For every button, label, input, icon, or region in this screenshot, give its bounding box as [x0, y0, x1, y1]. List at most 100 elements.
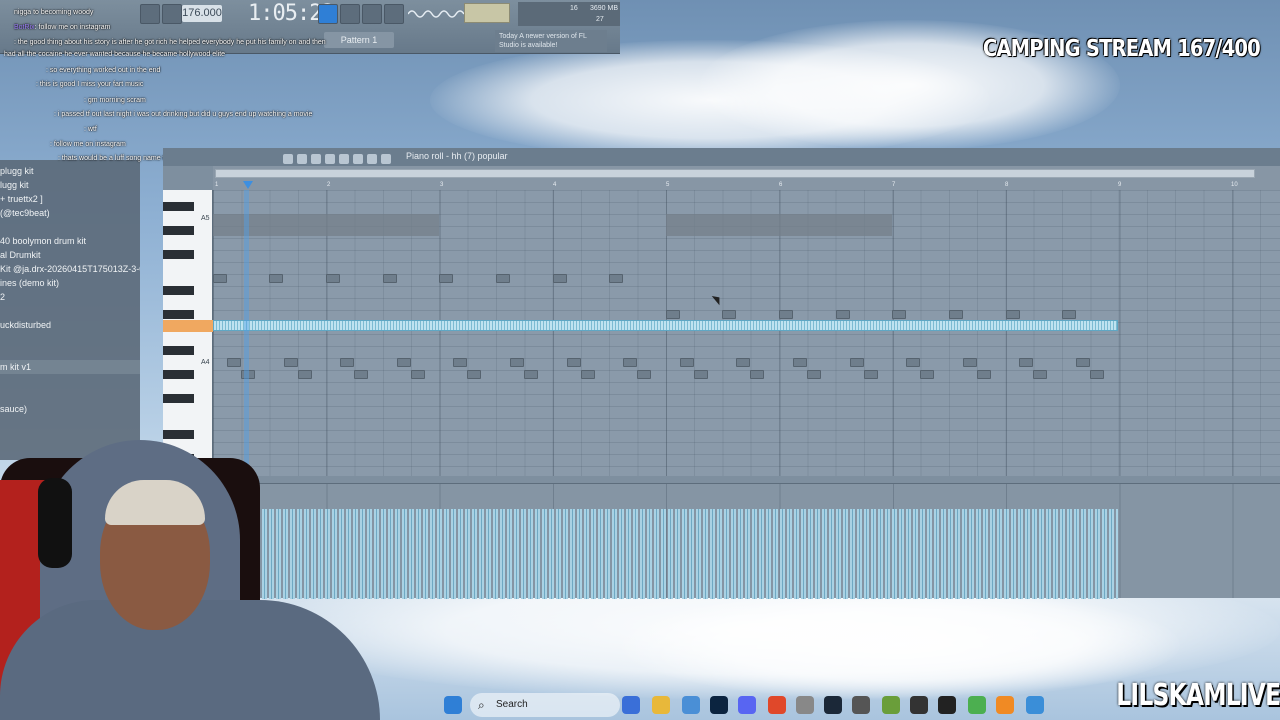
note[interactable]: [581, 370, 595, 379]
note[interactable]: [920, 370, 934, 379]
browser-item[interactable]: plugg kit: [0, 164, 140, 178]
app-icon[interactable]: [852, 696, 870, 714]
playhead[interactable]: [244, 190, 249, 476]
playback-tool-icon[interactable]: [381, 154, 391, 164]
steam-icon[interactable]: [824, 696, 842, 714]
app-icon[interactable]: [968, 696, 986, 714]
note[interactable]: [694, 370, 708, 379]
browser-item[interactable]: uckdisturbed: [0, 318, 140, 332]
note[interactable]: [340, 358, 354, 367]
note[interactable]: [397, 358, 411, 367]
brave-icon[interactable]: [768, 696, 786, 714]
black-key[interactable]: [163, 394, 194, 403]
store-icon[interactable]: [682, 696, 700, 714]
black-key[interactable]: [163, 202, 194, 211]
browser-item[interactable]: al Drumkit: [0, 248, 140, 262]
note[interactable]: [453, 358, 467, 367]
browser-item[interactable]: 40 boolymon drum kit: [0, 234, 140, 248]
app-icon[interactable]: [1026, 696, 1044, 714]
blend-notes-button[interactable]: [384, 4, 404, 24]
mute-tool-icon[interactable]: [325, 154, 335, 164]
typing-keyboard-button[interactable]: [318, 4, 338, 24]
app-icon[interactable]: [882, 696, 900, 714]
horizontal-scrollbar[interactable]: [215, 169, 1255, 178]
note[interactable]: [227, 358, 241, 367]
paint-tool-icon[interactable]: [297, 154, 307, 164]
4k-downloader-icon[interactable]: [910, 696, 928, 714]
draw-tool-icon[interactable]: [283, 154, 293, 164]
playhead-marker[interactable]: [243, 181, 253, 189]
zoom-tool-icon[interactable]: [367, 154, 377, 164]
note[interactable]: [1090, 370, 1104, 379]
black-key[interactable]: [163, 286, 194, 295]
windows-start-icon[interactable]: [444, 696, 462, 714]
note[interactable]: [1033, 370, 1047, 379]
taskbar-search[interactable]: ⌕ Search: [470, 693, 620, 717]
tempo-display[interactable]: 176.000: [182, 5, 222, 22]
black-key[interactable]: [163, 226, 194, 235]
browser-item[interactable]: + truettx2 ]: [0, 192, 140, 206]
discord-icon[interactable]: [738, 696, 756, 714]
note[interactable]: [949, 310, 963, 319]
note[interactable]: [567, 358, 581, 367]
browser-item[interactable]: Kit @ja.drx-20260415T175013Z-3-001: [0, 262, 140, 276]
note[interactable]: [722, 310, 736, 319]
highlighted-key[interactable]: [163, 320, 213, 332]
black-key[interactable]: [163, 430, 194, 439]
note[interactable]: [284, 358, 298, 367]
note[interactable]: [850, 358, 864, 367]
ghost-note[interactable]: [666, 214, 892, 236]
note[interactable]: [736, 358, 750, 367]
record-button[interactable]: [162, 4, 182, 24]
browser-item[interactable]: sauce): [0, 402, 140, 416]
piano-keyboard[interactable]: A5 A4: [163, 190, 213, 476]
note[interactable]: [1076, 358, 1090, 367]
note[interactable]: [383, 274, 397, 283]
browser-item[interactable]: 2: [0, 290, 140, 304]
metronome-button[interactable]: [140, 4, 160, 24]
note[interactable]: [354, 370, 368, 379]
delete-tool-icon[interactable]: [311, 154, 321, 164]
note[interactable]: [298, 370, 312, 379]
browser-item[interactable]: lugg kit: [0, 178, 140, 192]
note[interactable]: [411, 370, 425, 379]
note[interactable]: [439, 274, 453, 283]
note-grid[interactable]: [213, 190, 1280, 476]
pattern-selector[interactable]: Pattern 1: [324, 32, 394, 48]
note[interactable]: [977, 370, 991, 379]
note[interactable]: [963, 358, 977, 367]
note[interactable]: [637, 370, 651, 379]
note[interactable]: [750, 370, 764, 379]
note[interactable]: [680, 358, 694, 367]
note[interactable]: [609, 274, 623, 283]
note[interactable]: [906, 358, 920, 367]
note[interactable]: [553, 274, 567, 283]
note[interactable]: [213, 274, 227, 283]
note[interactable]: [836, 310, 850, 319]
browser-item[interactable]: m kit v1: [0, 360, 140, 374]
black-key[interactable]: [163, 310, 194, 319]
photoshop-icon[interactable]: [710, 696, 728, 714]
select-tool-icon[interactable]: [353, 154, 363, 164]
note[interactable]: [807, 370, 821, 379]
note[interactable]: [1006, 310, 1020, 319]
step-edit-button[interactable]: [340, 4, 360, 24]
file-explorer-icon[interactable]: [652, 696, 670, 714]
slice-tool-icon[interactable]: [339, 154, 349, 164]
browser-item[interactable]: ines (demo kit): [0, 276, 140, 290]
black-key[interactable]: [163, 346, 194, 355]
note[interactable]: [326, 274, 340, 283]
note[interactable]: [467, 370, 481, 379]
note[interactable]: [1019, 358, 1033, 367]
piano-roll-titlebar[interactable]: Piano roll - hh (7) popular: [163, 148, 1280, 166]
loop-record-button[interactable]: [362, 4, 382, 24]
note[interactable]: [892, 310, 906, 319]
note[interactable]: [269, 274, 283, 283]
note[interactable]: [524, 370, 538, 379]
fl-studio-icon[interactable]: [996, 696, 1014, 714]
note[interactable]: [864, 370, 878, 379]
capcut-icon[interactable]: [938, 696, 956, 714]
note[interactable]: [793, 358, 807, 367]
note[interactable]: [1062, 310, 1076, 319]
note[interactable]: [510, 358, 524, 367]
